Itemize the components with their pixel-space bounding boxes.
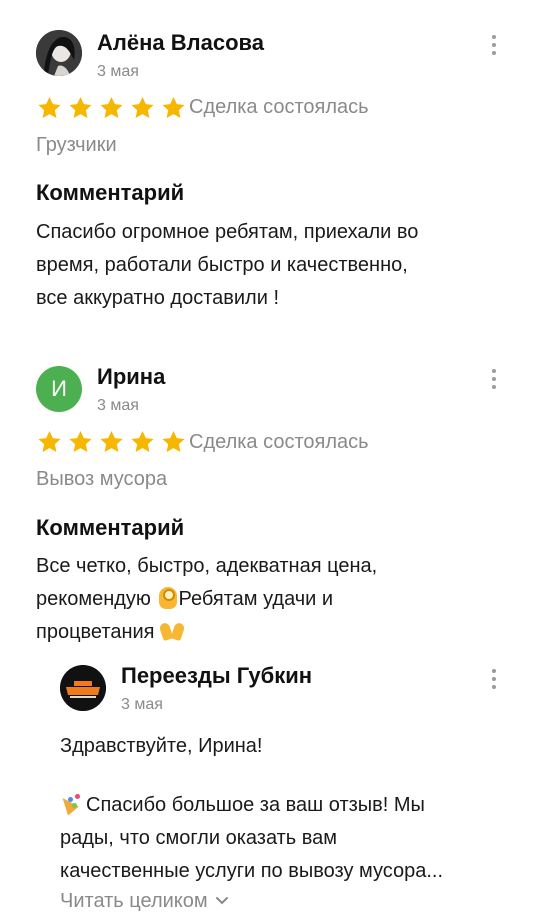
user-photo-icon [36,30,82,76]
star-icon [162,430,185,452]
deal-status: Сделка состоялась [189,96,369,118]
reply-greeting: Здравствуйте, Ирина! [60,735,263,757]
reply-date: 3 мая [121,696,163,713]
star-icon [38,96,61,118]
review-date: 3 мая [97,63,139,80]
deal-status: Сделка состоялась [189,431,369,453]
reply-text: Спасибо большое за ваш отзыв! Мы [86,794,425,816]
star-icon [100,96,123,118]
service-category: Вывоз мусора [36,468,168,490]
comment-line: Все четко, быстро, адекватная цена, [36,555,378,577]
star-icon [69,430,92,452]
comment-text: Ребятам удачи и [178,588,334,610]
comment-text: процветания [36,621,155,643]
star-icon [69,96,92,118]
reviewer-name: Алёна Власова [97,30,264,55]
star-icon [131,96,154,118]
star-icon [38,430,61,452]
comment-heading: Комментарий [36,180,185,205]
reply-line: рады, что смогли оказать вам [60,827,338,849]
comment-line: рекомендую Ребятам удачи и [36,584,333,615]
avatar-letter: И [51,376,67,401]
star-icon [131,430,154,452]
business-logo-icon [60,665,106,711]
star-icon [162,96,185,118]
ok-hand-icon [158,587,177,609]
reviewer-name: Ирина [97,364,166,389]
chevron-down-icon [216,897,229,905]
rating-stars [36,429,187,455]
comment-line: Спасибо огромное ребятам, приехали во [36,221,419,243]
business-avatar[interactable] [60,665,106,711]
comment-line: процветания [36,617,184,648]
reply-line: качественные услуги по вывозу мусора... [60,860,444,882]
service-category: Грузчики [36,134,117,156]
star-icon [100,430,123,452]
rating-stars [36,95,187,121]
avatar[interactable]: И [36,366,82,412]
more-options-icon[interactable] [484,366,504,392]
read-more-link[interactable]: Читать целиком [60,890,229,913]
raised-hands-icon [160,620,184,642]
read-more-label: Читать целиком [60,890,208,912]
comment-text: рекомендую [36,588,151,610]
more-options-icon[interactable] [484,32,504,58]
comment-heading: Комментарий [36,515,185,540]
avatar[interactable] [36,30,82,76]
review-date: 3 мая [97,397,139,414]
party-popper-icon [60,792,82,814]
comment-line: время, работали быстро и качественно, [36,254,408,276]
business-name: Переезды Губкин [121,663,313,688]
comment-line: все аккуратно доставили ! [36,287,279,309]
more-options-icon[interactable] [484,666,504,692]
reply-line: Спасибо большое за ваш отзыв! Мы [60,790,425,821]
